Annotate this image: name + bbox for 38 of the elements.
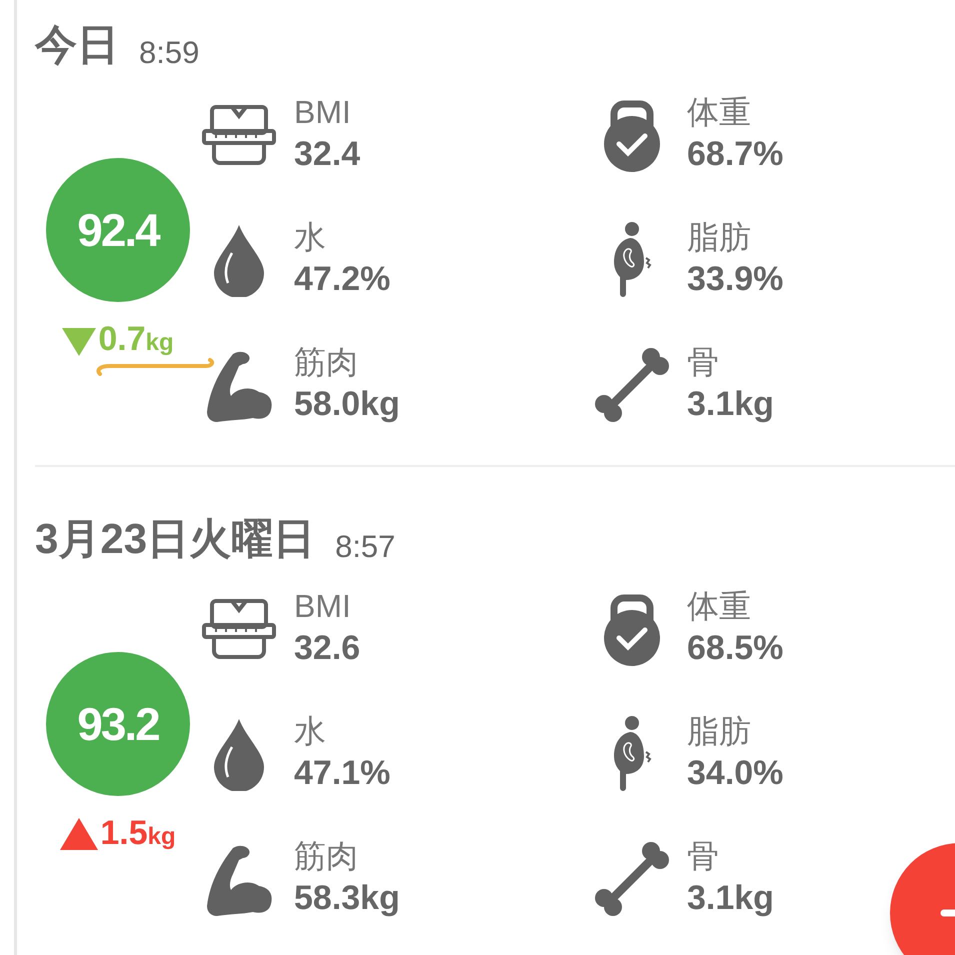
metric-value: 58.0kg [294, 384, 400, 425]
metric-value: 32.6 [294, 628, 360, 669]
metric-label: 水 [294, 712, 327, 751]
metric-label: 骨 [687, 343, 720, 382]
time-label: 8:57 [335, 531, 396, 562]
metric-label: 筋肉 [294, 343, 359, 382]
metric-value: 47.2% [294, 259, 390, 300]
body-fat-icon [612, 716, 652, 792]
metric-value: 68.7% [687, 134, 784, 175]
scale-icon [202, 598, 276, 660]
metric-value: 32.4 [294, 134, 360, 175]
metric-label: 脂肪 [687, 712, 752, 751]
metric-value: 33.9% [687, 259, 784, 300]
drop-icon [212, 222, 266, 296]
scale-icon [202, 104, 276, 166]
weight-change: 1.5kg [100, 816, 176, 850]
bone-icon [594, 840, 670, 916]
metric-value: 68.5% [687, 628, 784, 669]
metric-value: 3.1kg [687, 384, 774, 425]
bone-icon [594, 346, 670, 422]
metric-label: 体重 [687, 93, 752, 132]
metric-label: 体重 [687, 587, 752, 626]
drop-icon [212, 716, 266, 790]
weight-change: 0.7kg [98, 322, 174, 356]
metric-label: BMI [294, 587, 352, 626]
metric-label: 骨 [687, 837, 720, 876]
time-label: 8:59 [139, 37, 200, 68]
metric-value: 3.1kg [687, 878, 774, 919]
metric-value: 34.0% [687, 753, 784, 794]
metric-value: 47.1% [294, 753, 390, 794]
body-fat-icon [612, 222, 652, 298]
metric-label: 水 [294, 218, 327, 257]
date-heading: 3月23日火曜日 [35, 518, 316, 560]
metric-value: 58.3kg [294, 878, 400, 919]
metric-label: BMI [294, 93, 352, 132]
date-heading: 今日 [35, 24, 119, 66]
metric-label: 脂肪 [687, 218, 752, 257]
metric-label: 筋肉 [294, 837, 359, 876]
